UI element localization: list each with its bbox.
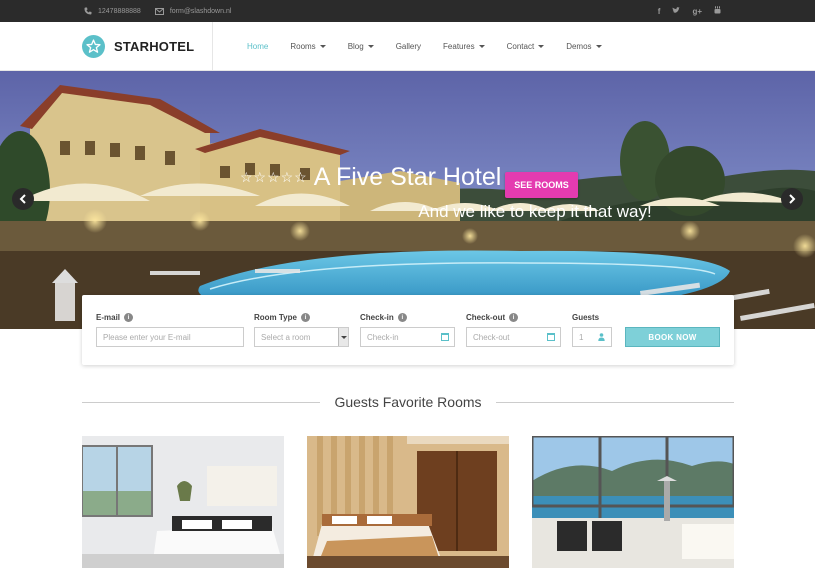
room-card[interactable] <box>82 436 284 568</box>
nav-demos-label: Demos <box>566 41 592 51</box>
nav-gallery[interactable]: Gallery <box>396 42 421 51</box>
nav-home-label: Home <box>247 41 269 51</box>
room-type-field-group: Room Type i Select a room <box>254 313 349 347</box>
see-rooms-button[interactable]: SEE ROOMS <box>505 172 578 198</box>
hero-image <box>0 71 815 329</box>
section-heading: Guests Favorite Rooms <box>82 394 734 410</box>
guests-input[interactable]: 1 <box>572 327 612 347</box>
checkin-input[interactable]: Check-in <box>360 327 455 347</box>
guests-label: Guests <box>572 313 600 322</box>
social-links: f g+ <box>658 0 721 22</box>
email-contact[interactable]: form@slashdown.nl <box>154 7 232 15</box>
booking-form: E-mail i Please enter your E-mail Room Ty… <box>82 295 734 365</box>
info-icon[interactable]: i <box>397 313 407 322</box>
room-image <box>307 436 509 568</box>
caret-down-icon <box>538 44 545 48</box>
section-title: Guests Favorite Rooms <box>334 394 482 410</box>
checkout-label: Check-out i <box>466 313 561 322</box>
email-label: E-mail i <box>96 313 244 322</box>
checkin-placeholder: Check-in <box>367 332 399 342</box>
guests-field-group: Guests 1 <box>572 313 612 347</box>
book-now-button[interactable]: BOOK NOW <box>625 327 720 347</box>
room-type-value: Select a room <box>261 332 311 342</box>
site-header: STARHOTEL Home Rooms Blog Gallery Featur… <box>0 21 815 71</box>
room-image <box>532 436 734 568</box>
nav-rooms[interactable]: Rooms <box>290 41 326 51</box>
dropdown-arrow-icon <box>338 328 348 346</box>
checkout-placeholder: Check-out <box>473 332 510 342</box>
chevron-left-icon <box>19 194 26 204</box>
info-icon[interactable]: i <box>509 313 519 322</box>
brand-name: STARHOTEL <box>114 38 195 54</box>
star-logo-icon <box>82 34 105 58</box>
checkout-field-group: Check-out i Check-out <box>466 313 561 347</box>
room-card[interactable] <box>532 436 734 568</box>
nav-gallery-label: Gallery <box>395 41 422 51</box>
hero-slider: ☆☆☆☆☆ A Five Star Hotel ☆☆☆☆☆ And we lik… <box>0 71 815 329</box>
star-rating-icon: ☆☆☆☆☆ <box>239 169 308 185</box>
calendar-icon <box>441 333 449 341</box>
nav-home[interactable]: Home <box>247 42 268 51</box>
hero-subtitle: And we like to keep it that way! <box>418 202 652 221</box>
twitter-icon[interactable] <box>672 6 681 16</box>
info-icon[interactable]: i <box>124 313 134 322</box>
youtube-icon[interactable] <box>714 6 721 16</box>
checkout-input[interactable]: Check-out <box>466 327 561 347</box>
slider-prev-button[interactable] <box>12 188 34 210</box>
caret-down-icon <box>319 44 326 48</box>
nav-features-label: Features <box>443 41 475 51</box>
checkin-field-group: Check-in i Check-in <box>360 313 455 347</box>
site-logo[interactable]: STARHOTEL <box>82 21 213 71</box>
caret-down-icon <box>367 44 374 48</box>
room-type-select[interactable]: Select a room <box>254 327 349 347</box>
slider-next-button[interactable] <box>781 188 803 210</box>
caret-down-icon <box>595 44 602 48</box>
room-card[interactable] <box>307 436 509 568</box>
room-type-label-text: Room Type <box>254 313 297 322</box>
caret-down-icon <box>478 44 485 48</box>
email-input[interactable]: Please enter your E-mail <box>96 327 244 347</box>
facebook-icon[interactable]: f <box>658 7 661 16</box>
nav-contact[interactable]: Contact <box>507 42 545 51</box>
nav-blog-label: Blog <box>347 41 364 51</box>
person-icon <box>598 333 605 341</box>
email-field-group: E-mail i Please enter your E-mail <box>96 313 244 347</box>
phone-number: 12478888888 <box>98 7 141 15</box>
email-address: form@slashdown.nl <box>169 7 232 15</box>
main-nav: Home Rooms Blog Gallery Features Contact… <box>247 42 624 51</box>
checkin-label-text: Check-in <box>360 313 394 322</box>
room-image <box>82 436 284 568</box>
checkout-label-text: Check-out <box>466 313 506 322</box>
google-plus-icon[interactable]: g+ <box>692 7 702 16</box>
hero-title-row: ☆☆☆☆☆ A Five Star Hotel ☆☆☆☆☆ <box>0 163 815 192</box>
chevron-right-icon <box>789 194 796 204</box>
nav-features[interactable]: Features <box>443 42 485 51</box>
nav-blog[interactable]: Blog <box>348 42 374 51</box>
info-icon[interactable]: i <box>300 313 310 322</box>
checkin-label: Check-in i <box>360 313 455 322</box>
room-type-label: Room Type i <box>254 313 349 322</box>
room-cards <box>82 436 734 568</box>
calendar-icon <box>547 333 555 341</box>
hero-title: A Five Star Hotel <box>313 163 502 191</box>
guests-value: 1 <box>579 332 584 342</box>
top-bar: 12478888888 form@slashdown.nl f g+ <box>0 0 815 22</box>
nav-rooms-label: Rooms <box>290 41 316 51</box>
divider <box>82 401 321 403</box>
phone-icon <box>84 7 92 15</box>
nav-contact-label: Contact <box>506 41 535 51</box>
nav-demos[interactable]: Demos <box>566 41 602 51</box>
email-label-text: E-mail <box>96 313 121 322</box>
phone-contact[interactable]: 12478888888 <box>84 7 141 15</box>
envelope-icon <box>154 7 164 15</box>
divider <box>495 401 734 403</box>
